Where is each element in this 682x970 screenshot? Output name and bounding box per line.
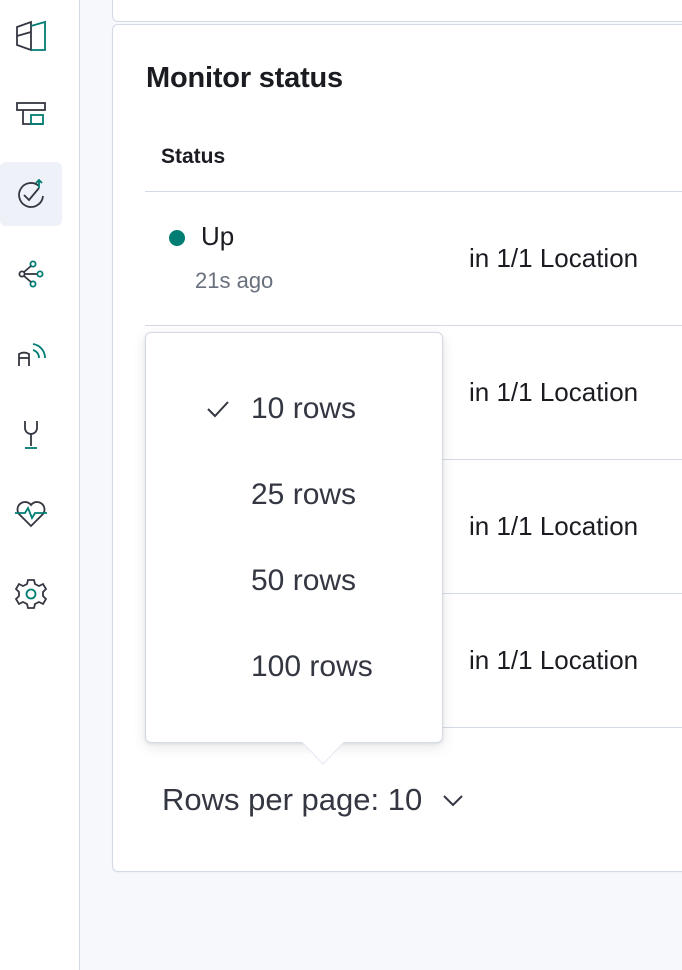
rows-per-page-popover: 10 rows 25 rows 50 rows 100 rows [145,332,443,743]
location-count: in 1/1 Location [469,511,639,541]
rows-option-25[interactable]: 25 rows [146,455,442,535]
observability-icon [18,343,46,366]
rows-option-10[interactable]: 10 rows [146,369,442,449]
status-label: Up [201,221,235,251]
rows-option-label: 100 rows [251,650,373,683]
status-timestamp: 21s ago [195,268,274,293]
location-count: in 1/1 Location [469,243,639,273]
rows-option-label: 50 rows [251,564,357,597]
heartbeat-icon [15,501,47,528]
rows-option-label: 10 rows [251,392,357,425]
nav-dashboard[interactable] [0,4,62,68]
column-header-status[interactable]: Status [161,145,225,169]
chevron-down-icon [443,795,463,807]
nav-observability[interactable] [0,322,62,386]
nav-canvas[interactable] [0,82,62,146]
previous-panel [112,0,682,22]
side-navigation [0,0,80,970]
nav-monitoring[interactable] [0,482,62,546]
dev-tools-icon [24,421,38,449]
location-count: in 1/1 Location [469,645,639,675]
rows-option-50[interactable]: 50 rows [146,541,442,621]
rows-per-page-button[interactable]: Rows per page: 10 [162,778,468,822]
status-up-dot-icon [169,230,185,246]
canvas-icon [16,102,46,125]
nav-apm[interactable] [0,242,62,306]
table-divider [145,325,682,326]
rows-option-label: 25 rows [251,478,357,511]
rows-option-100[interactable]: 100 rows [146,627,442,707]
dashboard-icon [16,20,46,52]
nav-uptime[interactable] [0,162,62,226]
page-title: Monitor status [146,62,343,94]
location-count: in 1/1 Location [469,377,639,407]
nav-settings[interactable] [0,562,62,626]
settings-icon [14,579,48,609]
rows-per-page-label: Rows per page: 10 [162,782,423,817]
nav-dev-tools[interactable] [0,402,62,466]
check-icon [207,401,229,418]
apm-icon [18,260,44,288]
uptime-icon [18,178,44,208]
popover-arrow [302,736,344,765]
table-divider [145,191,682,192]
